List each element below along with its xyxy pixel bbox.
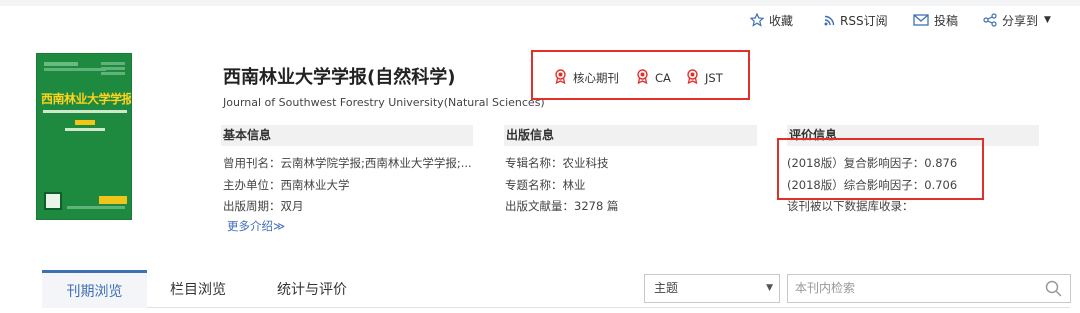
period-row: 出版周期：双月 — [223, 198, 473, 214]
article-count-row: 出版文献量：3278 篇 — [505, 198, 755, 214]
tab-issue-browse[interactable]: 刊期浏览 — [42, 270, 147, 308]
cover-decoration — [44, 62, 78, 66]
cover-decoration — [43, 110, 127, 113]
share-button[interactable]: 分享到 ▼ — [983, 10, 1051, 30]
search-icon[interactable] — [1045, 280, 1062, 307]
envelope-icon — [913, 14, 929, 26]
row-label: 专辑名称： — [505, 156, 563, 170]
rss-button[interactable]: RSS订阅 — [824, 10, 888, 30]
topic-row: 专题名称：林业 — [505, 177, 755, 193]
award-ribbon-icon — [686, 69, 699, 87]
badge-label: 核心期刊 — [573, 71, 619, 85]
row-label: 出版文献量： — [505, 199, 574, 213]
submit-button[interactable]: 投稿 — [913, 10, 958, 30]
journal-title: 西南林业大学学报(自然科学) — [223, 67, 456, 88]
row-label: 曾用刊名： — [223, 156, 281, 170]
cover-title: 西南林业大学学报 — [41, 92, 132, 106]
journal-cover[interactable]: 西南林业大学学报 — [36, 53, 132, 220]
row-value: 云南林学院学报;西南林业大学学报;... — [280, 156, 472, 170]
cover-decoration — [99, 196, 127, 204]
album-row: 专辑名称：农业科技 — [505, 155, 755, 171]
search-field-select[interactable]: 主题 ▼ — [644, 274, 780, 303]
basic-info-heading: 基本信息 — [221, 125, 473, 146]
badge-core-journal: 核心期刊 — [554, 69, 619, 87]
publish-info-heading: 出版信息 — [504, 125, 757, 146]
row-value: 农业科技 — [562, 156, 609, 170]
cover-decoration — [65, 128, 105, 131]
chevron-down-icon: ▼ — [766, 283, 773, 293]
cover-decoration — [101, 67, 125, 70]
search-placeholder: 本刊内检索 — [795, 281, 856, 295]
more-info-link[interactable]: 更多介绍≫ — [227, 218, 285, 234]
row-value: 3278 篇 — [574, 199, 619, 213]
tab-statistics[interactable]: 统计与评价 — [262, 270, 362, 308]
favorite-label: 收藏 — [769, 13, 794, 28]
former-name-row: 曾用刊名：云南林学院学报;西南林业大学学报;... — [223, 155, 473, 171]
rss-icon — [824, 15, 835, 26]
caret-down-icon: ▼ — [1044, 15, 1051, 25]
row-label: 该刊被以下数据库收录： — [787, 199, 914, 213]
cover-decoration — [67, 206, 125, 209]
favorite-button[interactable]: 收藏 — [750, 10, 793, 30]
submit-label: 投稿 — [934, 13, 959, 28]
badge-label: CA — [655, 71, 671, 85]
row-label: 出版周期： — [223, 199, 281, 213]
award-ribbon-icon — [554, 69, 567, 87]
row-value: 西南林业大学 — [280, 178, 350, 192]
database-index-row: 该刊被以下数据库收录： — [787, 198, 1037, 214]
award-ribbon-icon — [636, 69, 649, 87]
top-strip — [0, 0, 1080, 6]
cover-decoration — [75, 120, 95, 125]
index-badges-highlight: 核心期刊 CA JST — [531, 50, 750, 100]
badge-jst: JST — [686, 69, 723, 87]
select-value: 主题 — [654, 281, 679, 295]
impact-factor-highlight — [777, 138, 984, 200]
badge-label: JST — [705, 71, 723, 85]
star-icon — [750, 13, 764, 27]
journal-english-title: Journal of Southwest Forestry University… — [223, 96, 545, 109]
search-input[interactable]: 本刊内检索 — [787, 274, 1071, 303]
qr-code-icon — [44, 192, 62, 210]
cover-decoration — [101, 72, 125, 75]
row-value: 林业 — [562, 178, 586, 192]
cover-decoration — [44, 68, 106, 71]
row-label: 主办单位： — [223, 178, 281, 192]
share-icon — [983, 13, 997, 27]
rss-label: RSS订阅 — [840, 13, 888, 28]
badge-ca: CA — [636, 69, 671, 87]
cover-decoration — [101, 62, 125, 65]
row-value: 双月 — [280, 199, 304, 213]
share-label: 分享到 — [1002, 13, 1039, 28]
sponsor-row: 主办单位：西南林业大学 — [223, 177, 473, 193]
tab-column-browse[interactable]: 栏目浏览 — [158, 270, 238, 308]
row-label: 专题名称： — [505, 178, 563, 192]
